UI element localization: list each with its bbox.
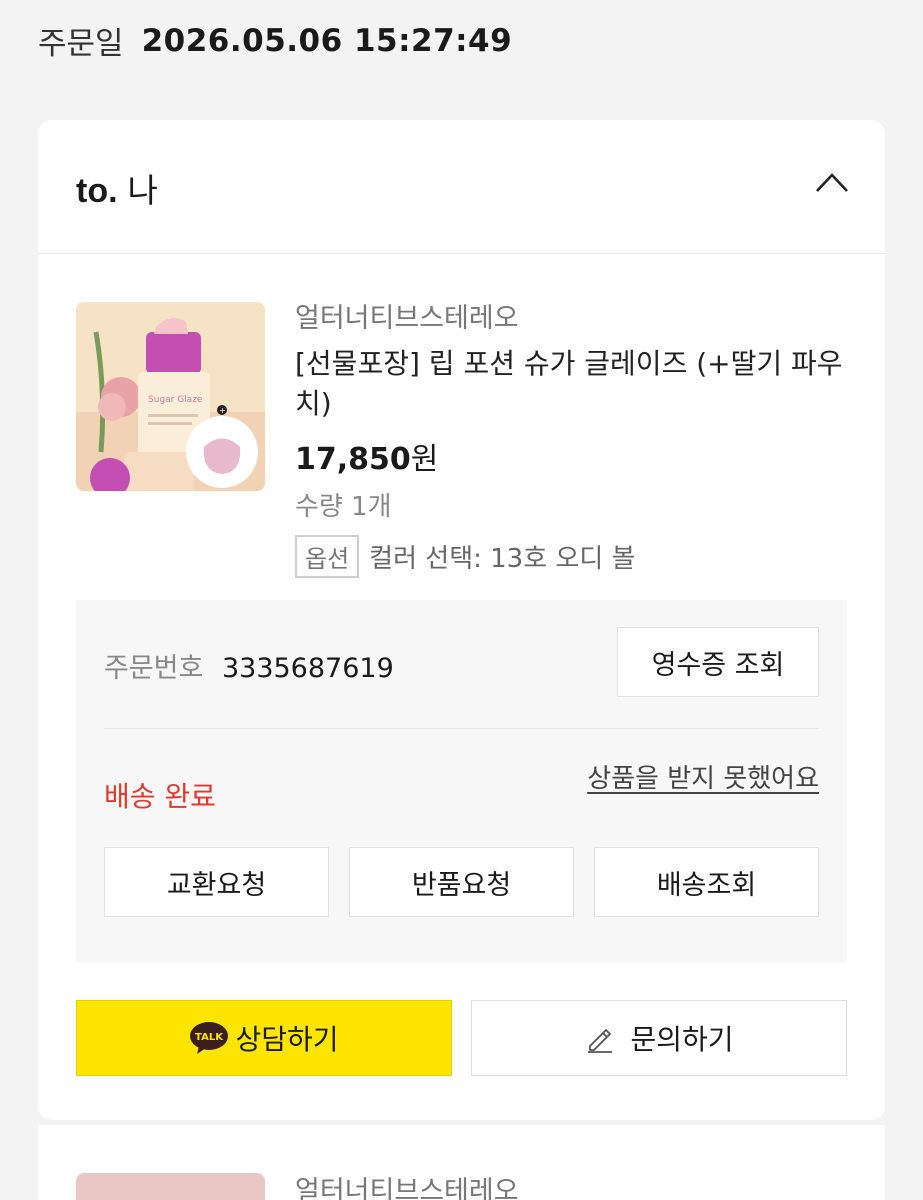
next-product-brand[interactable]: 얼터너티브스테레오 — [295, 1169, 519, 1200]
not-received-link[interactable]: 상품을 받지 못했어요 — [587, 758, 819, 795]
price-value: 17,850 — [295, 442, 411, 477]
return-request-button[interactable]: 반품요청 — [349, 847, 574, 917]
product-info: 얼터너티브스테레오 [선물포장] 립 포션 슈가 글레이즈 (+딸기 파우치) … — [295, 300, 855, 578]
order-number: 주문번호 3335687619 — [104, 646, 394, 685]
svg-text:Sugar Glaze: Sugar Glaze — [148, 395, 203, 405]
order-date: 주문일 2026.05.06 15:27:49 — [38, 18, 512, 63]
svg-text:+: + — [219, 406, 226, 415]
chat-consult-label: 상담하기 — [235, 1023, 339, 1056]
panel-divider — [104, 728, 819, 729]
price-currency: 원 — [410, 442, 439, 477]
kakao-talk-badge: TALK — [196, 1032, 225, 1043]
order-number-value: 3335687619 — [221, 653, 394, 684]
option-value: 컬러 선택: 13호 오디 볼 — [369, 544, 636, 574]
order-date-label: 주문일 — [38, 26, 124, 62]
product-image: Sugar Glaze + — [76, 302, 265, 491]
product-name[interactable]: [선물포장] 립 포션 슈가 글레이즈 (+딸기 파우치) — [295, 344, 855, 424]
receipt-button[interactable]: 영수증 조회 — [617, 627, 819, 697]
recipient-name: 나 — [127, 171, 158, 210]
product-thumbnail[interactable]: Sugar Glaze + — [76, 302, 265, 491]
inquiry-button[interactable]: 문의하기 — [471, 1000, 847, 1076]
order-card: to. 나 Sugar Glaze + 얼터너티브스테레오 [선물포장] 립 포… — [38, 120, 885, 1120]
chevron-up-icon[interactable] — [815, 170, 849, 194]
option-tag: 옵션 — [295, 535, 360, 578]
exchange-request-button[interactable]: 교환요청 — [104, 847, 329, 917]
track-delivery-button[interactable]: 배송조회 — [594, 847, 819, 917]
order-number-label: 주문번호 — [104, 653, 204, 684]
divider — [38, 253, 885, 254]
inquiry-label: 문의하기 — [630, 1023, 734, 1056]
next-order-card: 얼터너티브스테레오 — [38, 1125, 885, 1200]
delivery-status: 배송 완료 — [104, 780, 216, 813]
next-product-thumbnail[interactable] — [76, 1173, 265, 1200]
pencil-icon — [588, 1029, 613, 1053]
kakao-talk-icon: TALK — [190, 1022, 229, 1054]
order-detail-panel: 주문번호 3335687619 영수증 조회 배송 완료 상품을 받지 못했어요… — [76, 600, 847, 962]
order-actions: 교환요청 반품요청 배송조회 — [104, 847, 819, 917]
chat-consult-button[interactable]: TALK 상담하기 — [76, 1000, 452, 1076]
product-brand[interactable]: 얼터너티브스테레오 — [295, 300, 855, 338]
recipient-prefix: to. — [76, 172, 118, 210]
order-date-value: 2026.05.06 15:27:49 — [141, 22, 513, 59]
product-quantity: 수량 1개 — [295, 492, 392, 522]
recipient-header[interactable]: to. 나 — [76, 164, 158, 212]
product-option: 옵션 컬러 선택: 13호 오디 볼 — [295, 535, 855, 578]
product-price: 17,850원 — [295, 434, 855, 478]
